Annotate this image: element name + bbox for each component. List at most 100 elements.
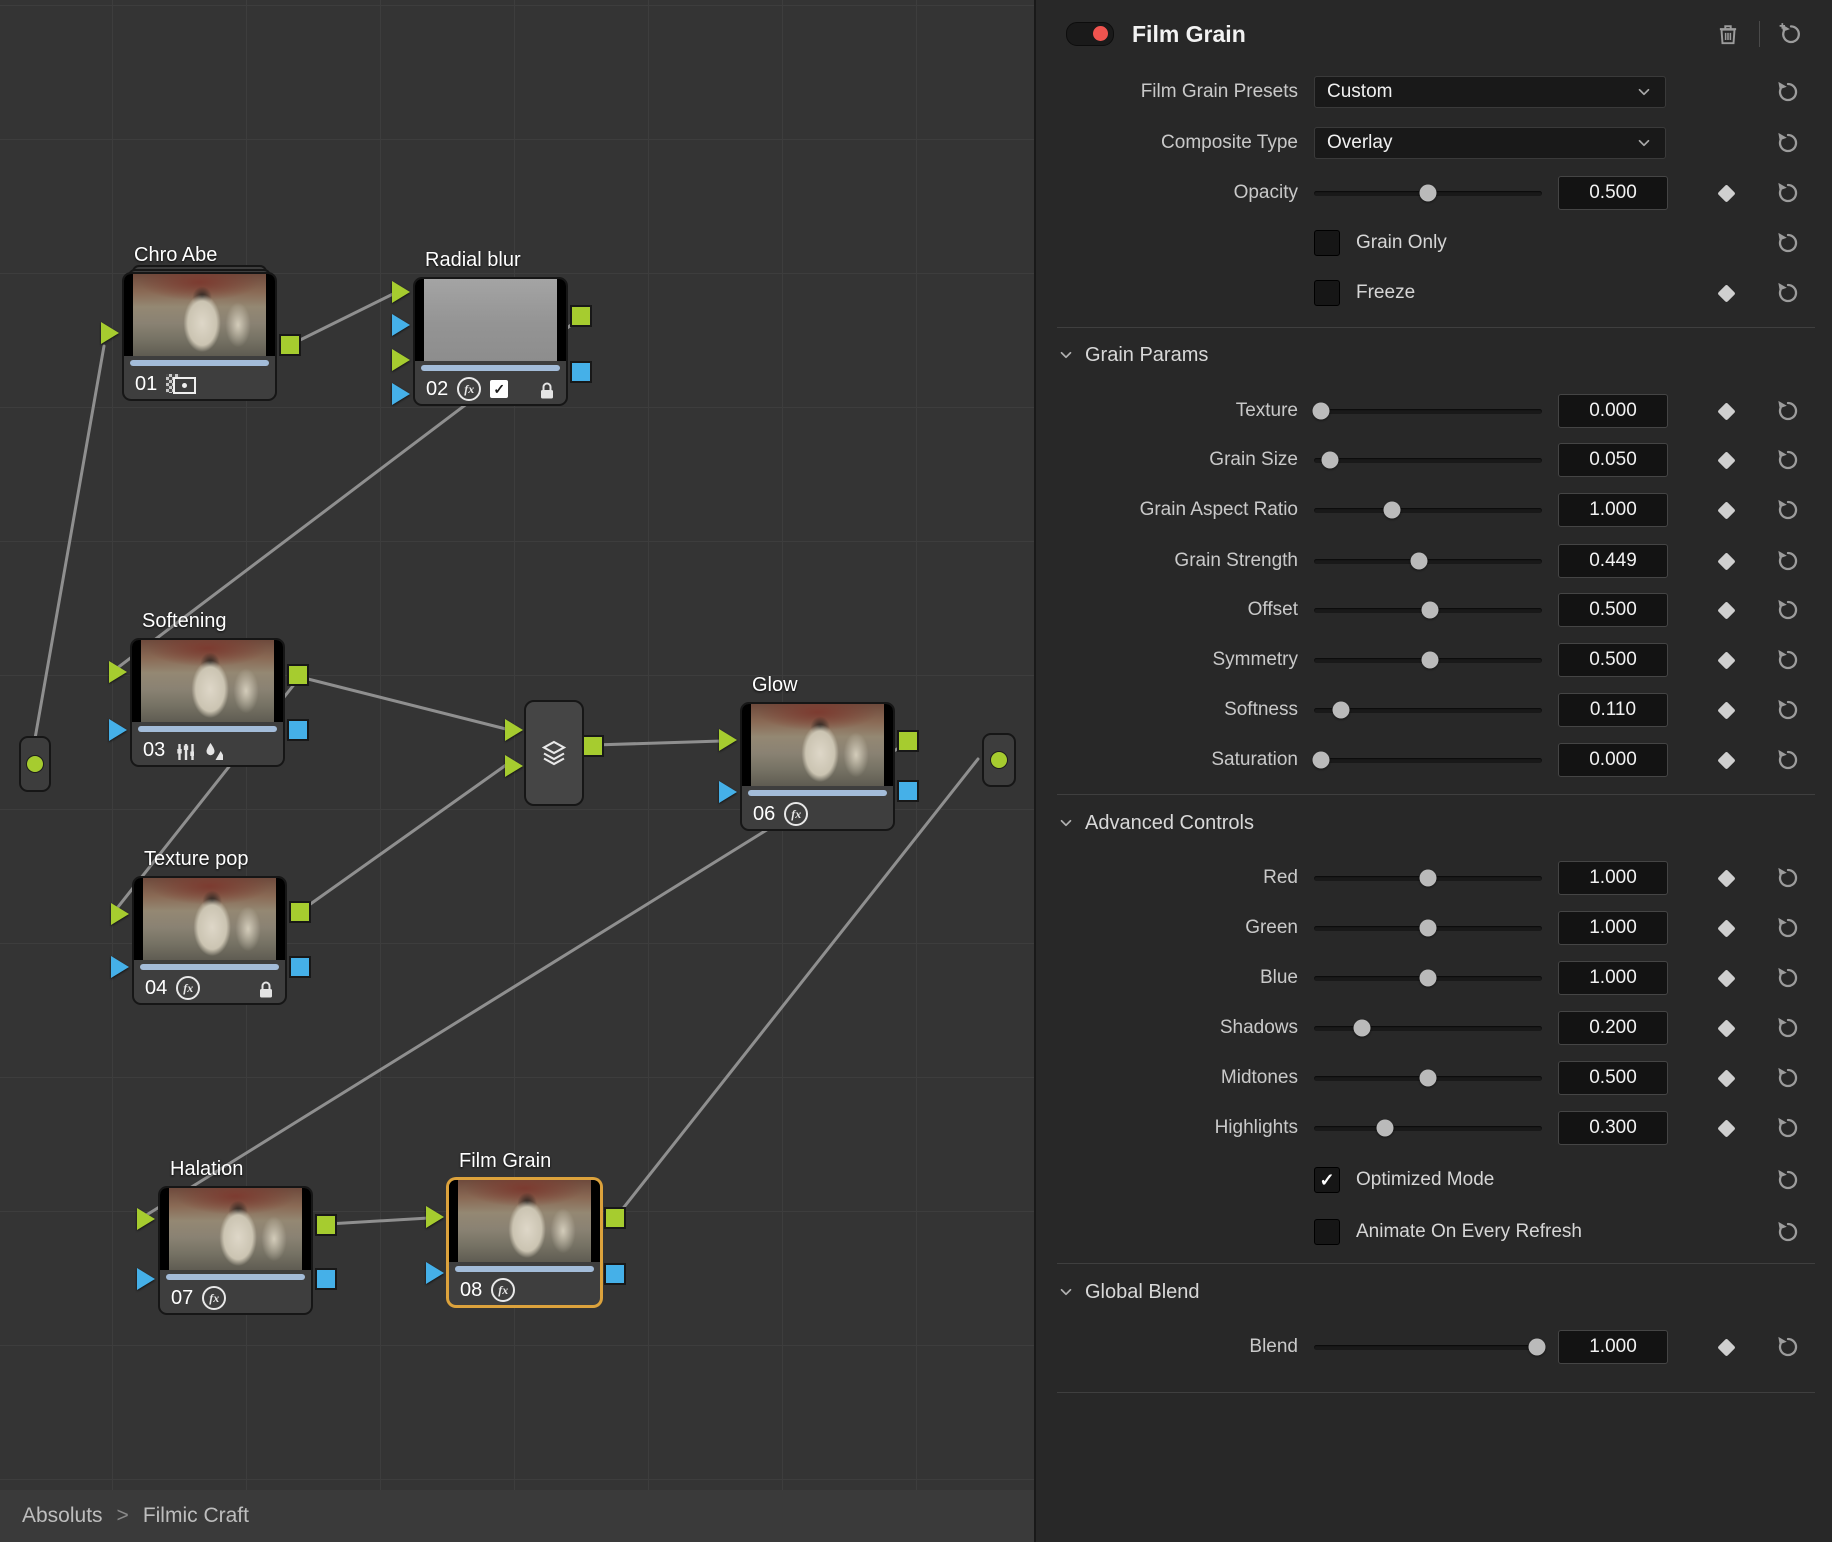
node-body[interactable]: 07 fx	[158, 1186, 313, 1315]
reset-icon[interactable]	[1775, 497, 1801, 523]
value-box[interactable]: 0.500	[1558, 176, 1668, 210]
section-grain-params[interactable]: Grain Params	[1057, 337, 1208, 373]
keyframe-diamond-icon[interactable]	[1717, 751, 1735, 769]
node-glow[interactable]: Glow 06 fx	[740, 702, 895, 831]
input-key-triangle[interactable]	[111, 956, 129, 978]
keyframe-diamond-icon[interactable]	[1717, 1069, 1735, 1087]
grain-strength-slider[interactable]	[1314, 559, 1542, 564]
output-rgb-square[interactable]	[289, 901, 311, 923]
reset-icon[interactable]	[1775, 1065, 1801, 1091]
input-rgb-triangle[interactable]	[505, 719, 523, 741]
output-key-square[interactable]	[604, 1263, 626, 1285]
slider-thumb[interactable]	[1420, 1070, 1437, 1087]
layer-mixer-node[interactable]	[524, 700, 584, 806]
value-box[interactable]: 1.000	[1558, 1330, 1668, 1364]
saturation-slider[interactable]	[1314, 758, 1542, 763]
keyframe-diamond-icon[interactable]	[1717, 1119, 1735, 1137]
reset-icon[interactable]	[1775, 180, 1801, 206]
source-node[interactable]	[19, 736, 51, 792]
red-slider[interactable]	[1314, 876, 1542, 881]
node-graph-canvas[interactable]: Chro Abe 01 Radial blur 02 fx	[0, 0, 1034, 1542]
output-rgb-square[interactable]	[897, 730, 919, 752]
keyframe-diamond-icon[interactable]	[1717, 601, 1735, 619]
value-box[interactable]: 0.449	[1558, 544, 1668, 578]
composite-type-dropdown[interactable]: Overlay	[1314, 127, 1666, 159]
keyframe-diamond-icon[interactable]	[1717, 651, 1735, 669]
output-key-square[interactable]	[289, 956, 311, 978]
input-key-triangle[interactable]	[137, 1268, 155, 1290]
optimized-mode-checkbox[interactable]: ✓	[1314, 1167, 1340, 1193]
value-box[interactable]: 0.110	[1558, 693, 1668, 727]
reset-icon[interactable]	[1775, 79, 1801, 105]
rgb-port-icon[interactable]	[990, 751, 1008, 769]
blue-slider[interactable]	[1314, 976, 1542, 981]
reset-icon[interactable]	[1775, 597, 1801, 623]
texture-slider[interactable]	[1314, 409, 1542, 414]
input-rgb-triangle[interactable]	[426, 1206, 444, 1228]
node-film-grain[interactable]: Film Grain 08 fx	[447, 1178, 602, 1307]
input-key-triangle[interactable]	[426, 1262, 444, 1284]
reset-icon[interactable]	[1775, 1334, 1801, 1360]
keyframe-diamond-icon[interactable]	[1717, 284, 1735, 302]
node-body[interactable]: 02 fx ✓	[413, 277, 568, 406]
section-global-blend[interactable]: Global Blend	[1057, 1274, 1200, 1310]
node-texture-pop[interactable]: Texture pop 04 fx	[132, 876, 287, 1005]
grain-size-slider[interactable]	[1314, 458, 1542, 463]
reset-icon[interactable]	[1775, 965, 1801, 991]
input-rgb-triangle[interactable]	[111, 903, 129, 925]
keyframe-diamond-icon[interactable]	[1717, 451, 1735, 469]
output-rgb-square[interactable]	[287, 664, 309, 686]
input-rgb-triangle[interactable]	[101, 322, 119, 344]
node-body[interactable]: 04 fx	[132, 876, 287, 1005]
output-rgb-square[interactable]	[279, 334, 301, 356]
slider-thumb[interactable]	[1410, 553, 1427, 570]
presets-dropdown[interactable]: Custom	[1314, 76, 1666, 108]
node-body[interactable]: 03	[130, 638, 285, 767]
value-box[interactable]: 0.500	[1558, 593, 1668, 627]
reset-icon[interactable]	[1775, 1219, 1801, 1245]
keyframe-diamond-icon[interactable]	[1717, 501, 1735, 519]
enabled-checkbox-icon[interactable]: ✓	[490, 380, 508, 398]
slider-thumb[interactable]	[1312, 752, 1329, 769]
highlights-slider[interactable]	[1314, 1126, 1542, 1131]
node-body[interactable]: 08 fx	[447, 1178, 602, 1307]
keyframe-diamond-icon[interactable]	[1717, 552, 1735, 570]
slider-thumb[interactable]	[1321, 452, 1338, 469]
output-node[interactable]	[982, 733, 1016, 787]
opacity-slider[interactable]	[1314, 191, 1542, 196]
value-box[interactable]: 1.000	[1558, 911, 1668, 945]
slider-thumb[interactable]	[1353, 1020, 1370, 1037]
reset-icon[interactable]	[1775, 647, 1801, 673]
softness-slider[interactable]	[1314, 708, 1542, 713]
section-advanced-controls[interactable]: Advanced Controls	[1057, 805, 1254, 841]
reset-icon[interactable]	[1775, 447, 1801, 473]
input-rgb-triangle[interactable]	[719, 729, 737, 751]
value-box[interactable]: 0.500	[1558, 643, 1668, 677]
trash-icon[interactable]	[1715, 21, 1741, 47]
input-rgb-triangle[interactable]	[505, 755, 523, 777]
value-box[interactable]: 0.050	[1558, 443, 1668, 477]
animate-checkbox[interactable]	[1314, 1219, 1340, 1245]
keyframe-diamond-icon[interactable]	[1717, 919, 1735, 937]
output-key-square[interactable]	[315, 1268, 337, 1290]
slider-thumb[interactable]	[1312, 403, 1329, 420]
slider-thumb[interactable]	[1420, 970, 1437, 987]
input-rgb-triangle[interactable]	[392, 349, 410, 371]
slider-thumb[interactable]	[1333, 702, 1350, 719]
offset-slider[interactable]	[1314, 608, 1542, 613]
node-body[interactable]: 06 fx	[740, 702, 895, 831]
reset-icon[interactable]	[1775, 697, 1801, 723]
keyframe-diamond-icon[interactable]	[1717, 1338, 1735, 1356]
keyframe-diamond-icon[interactable]	[1717, 869, 1735, 887]
midtones-slider[interactable]	[1314, 1076, 1542, 1081]
input-rgb-triangle[interactable]	[137, 1208, 155, 1230]
node-chro-abe[interactable]: Chro Abe 01	[122, 272, 277, 401]
reset-icon[interactable]	[1775, 280, 1801, 306]
reset-icon[interactable]	[1775, 747, 1801, 773]
reset-icon[interactable]	[1775, 230, 1801, 256]
keyframe-diamond-icon[interactable]	[1717, 402, 1735, 420]
effect-enable-toggle[interactable]	[1066, 22, 1114, 46]
output-rgb-square[interactable]	[315, 1214, 337, 1236]
keyframe-diamond-icon[interactable]	[1717, 1019, 1735, 1037]
value-box[interactable]: 0.000	[1558, 394, 1668, 428]
